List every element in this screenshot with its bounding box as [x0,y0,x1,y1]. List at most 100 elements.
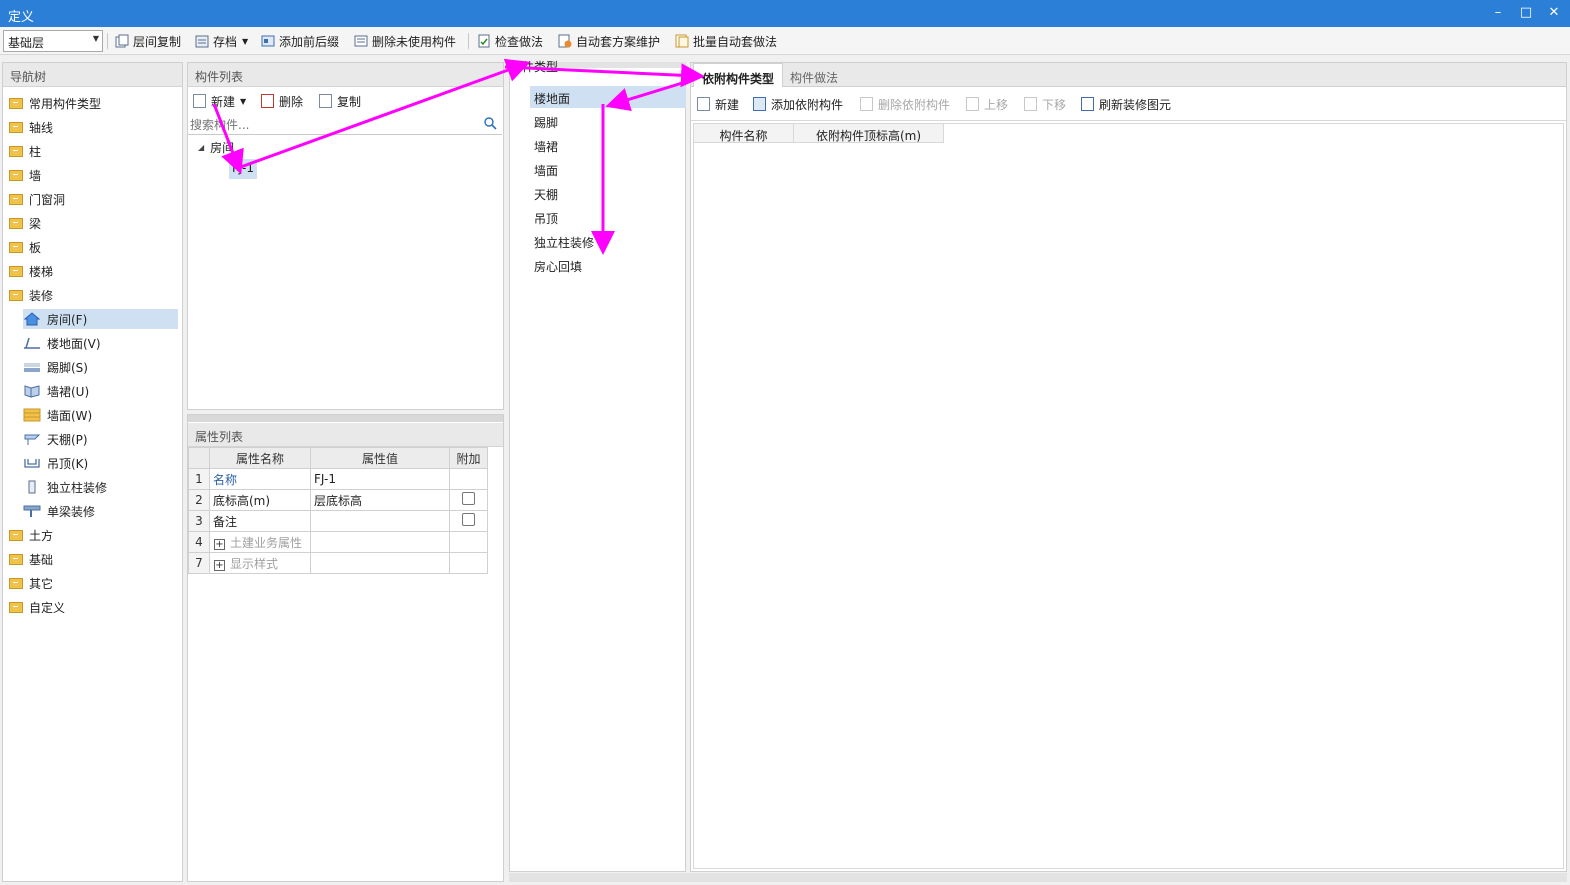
nav-group-label: 装修 [29,288,54,303]
add-grid-icon [753,97,766,111]
delete-attached-button[interactable]: 删除依附构件 [860,94,950,114]
nav-item-floor[interactable]: 楼地面(V) [23,333,101,353]
table-header-row: 属性名称 属性值 附加 [188,447,488,469]
tree-root-room[interactable]: ◢ 房间 [198,139,234,156]
new-component-label: 新建 [211,94,236,109]
delete-unused-button[interactable]: 删除未使用构件 [354,32,456,50]
delete-component-button[interactable]: 删除 [261,91,303,111]
nav-group-label: 轴线 [29,120,54,135]
refresh-decoration-button[interactable]: 刷新装修图元 [1081,94,1171,114]
move-down-label: 下移 [1042,97,1067,112]
nav-group-other[interactable]: 其它 [9,573,53,593]
move-down-button[interactable]: 下移 [1024,94,1066,114]
minimize-button[interactable]: – [1488,4,1508,22]
search-icon[interactable] [484,117,497,133]
tab-attached-types[interactable]: 依附构件类型 [693,63,784,87]
nav-group-foundation[interactable]: 基础 [9,549,53,569]
type-item-skirting[interactable]: 踢脚 [530,110,562,132]
nav-group-common[interactable]: 常用构件类型 [9,93,101,113]
type-item-wall-surface[interactable]: 墙面 [530,158,562,180]
nav-group-custom[interactable]: 自定义 [9,597,65,617]
nav-group-axis[interactable]: 轴线 [9,117,53,137]
nav-item-beam-decoration[interactable]: 单梁装修 [23,501,95,521]
tree-item-fj1[interactable]: FJ-1 [229,159,257,179]
nav-group-label: 土方 [29,528,54,543]
move-up-button[interactable]: 上移 [966,94,1008,114]
add-attached-button[interactable]: 添加依附构件 [753,94,843,114]
nav-group-stairs[interactable]: 楼梯 [9,261,53,281]
type-item-column-decoration[interactable]: 独立柱装修 [530,230,598,252]
properties-title: 属性列表 [188,423,503,447]
auto-scheme-button[interactable]: 自动套方案维护 [558,32,660,50]
new-component-button[interactable]: 新建 ▼ [193,91,246,111]
type-item-suspended-ceiling[interactable]: 吊顶 [530,206,562,228]
table-row[interactable]: 3 备注 [188,510,488,532]
close-button[interactable]: ✕ [1544,4,1564,22]
nav-item-column-decoration[interactable]: 独立柱装修 [23,477,107,497]
expand-plus-icon[interactable]: + [214,538,225,550]
folder-icon [9,169,23,181]
table-row[interactable]: 7 + 显示样式 [188,552,488,574]
nav-item-suspended-ceiling[interactable]: 吊顶(K) [23,453,88,473]
nav-group-earthwork[interactable]: 土方 [9,525,53,545]
nav-item-label: 房间(F) [47,312,88,327]
title-bar: 定义 – □ ✕ [0,0,1570,27]
type-item-dado[interactable]: 墙裙 [530,134,562,156]
property-value[interactable] [310,510,450,532]
table-row[interactable]: 4 + 土建业务属性 [188,531,488,553]
folder-icon [9,217,23,229]
right-toolbar: 新建 添加依附构件 删除依附构件 上移 下移 刷新装修图元 [691,87,1566,121]
status-strip [509,873,1567,882]
copy-component-button[interactable]: 复制 [319,91,361,111]
column-icon [23,480,41,494]
nav-group-label: 常用构件类型 [29,96,102,111]
nav-item-room[interactable]: 房间(F) [23,309,178,329]
type-item-backfill[interactable]: 房心回填 [530,254,586,276]
nav-group-column[interactable]: 柱 [9,141,41,161]
archive-button[interactable]: 存档 ▼ [195,32,248,50]
attached-component-panel: 依附构件类型 构件做法 新建 添加依附构件 删除依附构件 上移 下移 刷新装修图… [690,62,1567,872]
property-group[interactable]: + 显示样式 [209,552,311,574]
nav-group-label: 墙 [29,168,42,183]
nav-group-beam[interactable]: 梁 [9,213,41,233]
delete-doc-icon [261,94,274,108]
panel-splitter[interactable] [188,415,503,422]
tab-component-method[interactable]: 构件做法 [782,63,846,87]
property-value[interactable]: FJ-1 [310,468,450,490]
copy-component-label: 复制 [337,94,362,109]
extra-checkbox[interactable] [462,492,475,505]
tree-item-label: FJ-1 [232,161,254,175]
property-value[interactable]: 层底标高 [310,489,450,511]
properties-table: 属性名称 属性值 附加 1 名称 FJ-1 2 底标高(m) 层底标高 3 备注… [188,447,488,574]
search-input[interactable] [190,116,475,133]
extra-cell [449,531,488,553]
nav-group-door-window[interactable]: 门窗洞 [9,189,65,209]
row-number-header [188,447,210,469]
property-group[interactable]: + 土建业务属性 [209,531,311,553]
nav-item-ceiling[interactable]: 天棚(P) [23,429,88,449]
table-row[interactable]: 1 名称 FJ-1 [188,468,488,490]
type-item-floor[interactable]: 楼地面 [530,86,686,108]
maximize-button[interactable]: □ [1516,4,1536,22]
property-group-label: 显示样式 [230,556,279,571]
add-attached-label: 添加依附构件 [771,97,844,112]
extra-checkbox[interactable] [462,513,475,526]
check-method-button[interactable]: 检查做法 [477,32,543,50]
nav-group-wall[interactable]: 墙 [9,165,41,185]
floor-select[interactable]: 基础层 ▼ [3,30,103,52]
extra-cell [449,552,488,574]
collapse-triangle-icon[interactable]: ◢ [198,143,204,152]
type-item-ceiling[interactable]: 天棚 [530,182,562,204]
new-attached-button[interactable]: 新建 [697,94,739,114]
batch-auto-button[interactable]: 批量自动套做法 [675,32,777,50]
floor-copy-button[interactable]: 层间复制 [115,32,181,50]
nav-item-wall-surface[interactable]: 墙面(W) [23,405,92,425]
nav-item-skirting[interactable]: 踢脚(S) [23,357,88,377]
nav-group-slab[interactable]: 板 [9,237,41,257]
nav-item-dado[interactable]: 墙裙(U) [23,381,89,401]
expand-plus-icon[interactable]: + [214,559,225,571]
table-row[interactable]: 2 底标高(m) 层底标高 [188,489,488,511]
add-prefix-suffix-button[interactable]: 添加前后缀 [261,32,339,50]
nav-group-decoration[interactable]: 装修 [9,285,53,305]
column-header: 依附构件顶标高(m) [794,124,944,143]
